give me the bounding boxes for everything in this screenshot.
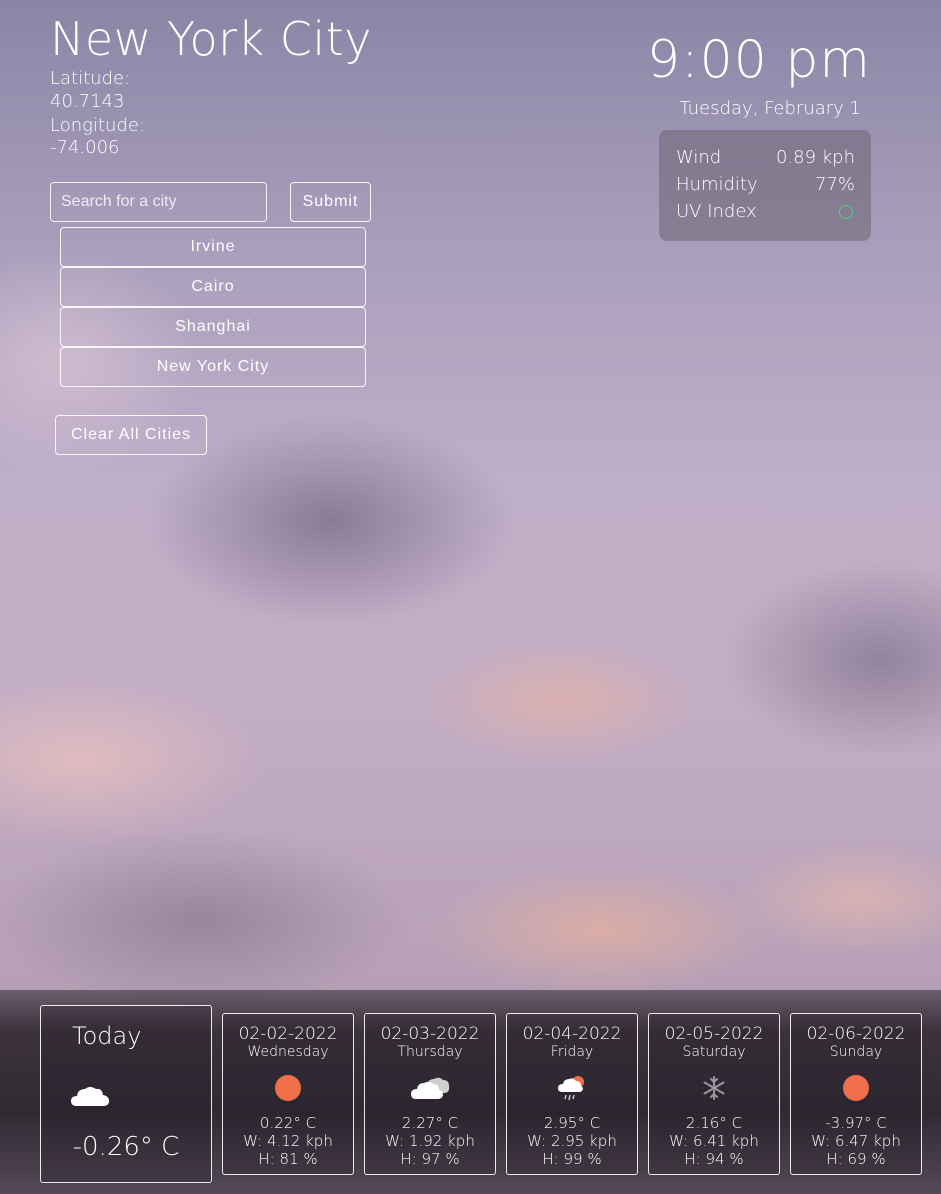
forecast-wind: W: 1.92 kph [385,1132,475,1150]
forecast-day: Friday [550,1044,594,1060]
forecast-card: 02-05-2022 Saturday 2.16° C W: 6.41 kph … [648,1013,780,1175]
forecast-date: 02-06-2022 [806,1024,906,1044]
forecast-card: 02-02-2022 Wednesday 0.22° C W: 4.12 kph… [222,1013,354,1175]
forecast-humidity: H: 94 % [684,1150,744,1168]
history-city-button[interactable]: New York City [60,347,366,387]
current-date: Tuesday, February 1 [679,98,861,119]
uv-indicator-icon [839,204,853,219]
forecast-day: Thursday [397,1044,463,1060]
forecast-day: Wednesday [247,1044,329,1060]
today-card: Today -0.26° C [40,1005,212,1183]
current-time: 9:00 pm [647,30,871,90]
history-city-button[interactable]: Shanghai [60,307,366,347]
latitude-label: Latitude: [50,68,131,89]
uv-label: UV Index [676,201,757,222]
sun-icon [275,1075,301,1101]
forecast-day: Saturday [682,1044,746,1060]
wind-label: Wind [676,147,722,168]
clouds-icon [411,1077,450,1099]
wind-value: 0.89 kph [775,147,855,168]
forecast-card: 02-03-2022 Thursday 2.27° C W: 1.92 kph … [364,1013,496,1175]
forecast-card: 02-04-2022 Friday 2.95° C W: 2.95 kph H:… [506,1013,638,1175]
humidity-label: Humidity [676,174,758,195]
forecast-wind: W: 6.47 kph [811,1132,901,1150]
today-label: Today [72,1022,142,1050]
latitude-value: 40.7143 [50,91,125,112]
longitude-value: -74.006 [50,137,120,158]
humidity-value: 77% [814,174,855,195]
history-city-button[interactable]: Irvine [60,227,366,267]
city-search-input[interactable] [50,182,267,222]
rain-cloud-sun-icon [558,1076,584,1101]
forecast-date: 02-04-2022 [522,1024,622,1044]
forecast-temperature: 2.16° C [685,1114,743,1132]
longitude-label: Longitude: [50,115,145,136]
history-city-button[interactable]: Cairo [60,267,366,307]
sun-icon [843,1075,869,1101]
wind-row: Wind 0.89 kph [676,144,855,171]
snowflake-icon [703,1076,725,1100]
today-temperature: -0.26° C [72,1132,180,1162]
forecast-date: 02-05-2022 [664,1024,764,1044]
forecast-temperature: 0.22° C [259,1114,317,1132]
city-title: New York City [50,12,372,66]
forecast-humidity: H: 99 % [542,1150,602,1168]
forecast-humidity: H: 97 % [400,1150,460,1168]
uv-row: UV Index [676,198,855,225]
submit-button[interactable]: Submit [290,182,371,222]
forecast-temperature: 2.27° C [401,1114,459,1132]
forecast-date: 02-03-2022 [380,1024,480,1044]
forecast-wind: W: 2.95 kph [527,1132,617,1150]
forecast-humidity: H: 81 % [258,1150,318,1168]
forecast-day: Sunday [829,1044,883,1060]
forecast-temperature: -3.97° C [825,1114,887,1132]
forecast-wind: W: 6.41 kph [669,1132,759,1150]
current-conditions-panel: Wind 0.89 kph Humidity 77% UV Index [659,130,871,241]
forecast-card: 02-06-2022 Sunday -3.97° C W: 6.47 kph H… [790,1013,922,1175]
clear-all-cities-button[interactable]: Clear All Cities [55,415,207,455]
humidity-row: Humidity 77% [676,171,855,198]
forecast-date: 02-02-2022 [238,1024,338,1044]
cloud-icon [71,1087,109,1106]
forecast-wind: W: 4.12 kph [243,1132,333,1150]
forecast-temperature: 2.95° C [543,1114,601,1132]
forecast-humidity: H: 69 % [826,1150,886,1168]
